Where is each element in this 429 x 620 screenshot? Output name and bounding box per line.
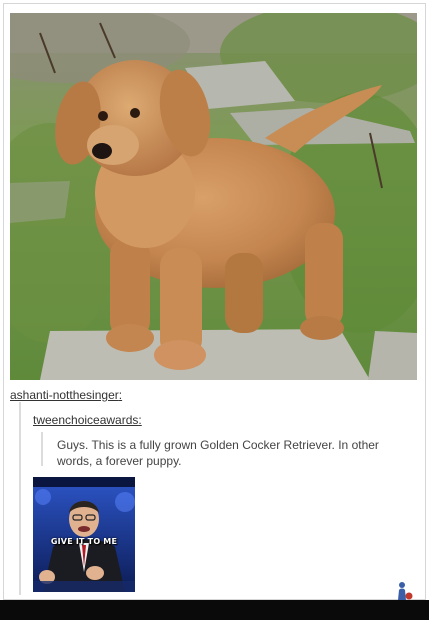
gif-caption: GIVE IT TO ME	[50, 537, 118, 546]
bottom-bar	[0, 600, 429, 620]
quote-border-inner	[41, 432, 43, 466]
person-icon[interactable]	[396, 580, 414, 600]
reaction-gif[interactable]: GIVE IT TO ME	[33, 477, 135, 592]
reblog-username-2[interactable]: tweenchoiceawards:	[33, 413, 142, 427]
reblog-username-1-text[interactable]: ashanti-notthesinger	[10, 388, 119, 402]
reblog-username-2-colon: :	[138, 413, 142, 427]
quote-border-outer	[19, 402, 21, 595]
reblog-username-1-colon: :	[118, 388, 123, 402]
dog-photo-art	[10, 13, 417, 380]
reblog-username-1[interactable]: ashanti-notthesinger:	[10, 388, 122, 402]
post-photo[interactable]	[10, 13, 417, 380]
reblog-username-2-text[interactable]: tweenchoiceawards	[33, 413, 138, 427]
reblog-comment: Guys. This is a fully grown Golden Cocke…	[57, 438, 379, 468]
reaction-gif-art	[33, 477, 135, 592]
